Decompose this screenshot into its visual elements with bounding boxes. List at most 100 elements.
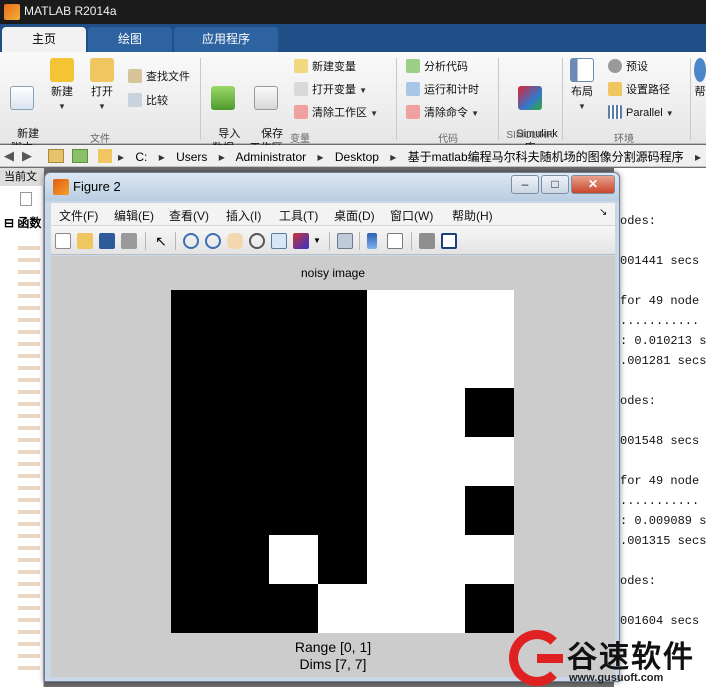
zoom-out-icon[interactable] bbox=[205, 233, 221, 249]
open-variable-label: 打开变量 bbox=[312, 84, 356, 96]
image-pixel bbox=[367, 584, 416, 633]
link-plot-icon[interactable] bbox=[337, 233, 353, 249]
image-pixel bbox=[171, 437, 220, 486]
browse-folder-icon[interactable] bbox=[72, 149, 88, 163]
parallel-button[interactable]: Parallel ▼ bbox=[608, 104, 674, 122]
find-files-button[interactable]: 查找文件 bbox=[128, 68, 190, 86]
new-button[interactable]: 新建 ▼ bbox=[46, 58, 78, 114]
breadcrumb-separator: ▸ bbox=[118, 150, 125, 164]
data-cursor-icon[interactable] bbox=[271, 233, 287, 249]
compare-icon bbox=[128, 93, 142, 107]
image-pixel bbox=[367, 535, 416, 584]
file-list[interactable] bbox=[18, 238, 40, 678]
open-file-icon[interactable] bbox=[77, 233, 93, 249]
command-output-line: odes: bbox=[620, 394, 657, 408]
colorbar-icon[interactable] bbox=[367, 233, 377, 249]
brush-icon[interactable] bbox=[293, 233, 309, 249]
image-pixel bbox=[465, 486, 514, 535]
image-pixel bbox=[220, 584, 269, 633]
menu-help[interactable]: 帮助(H) bbox=[452, 207, 493, 224]
zoom-in-icon[interactable] bbox=[183, 233, 199, 249]
eraser-icon bbox=[406, 105, 420, 119]
menu-tools[interactable]: 工具(T) bbox=[279, 207, 318, 224]
ribbon-separator bbox=[396, 58, 397, 140]
layout-label: 布局 bbox=[571, 86, 593, 98]
compare-button[interactable]: 比较 bbox=[128, 92, 168, 110]
new-variable-button[interactable]: 新建变量 bbox=[294, 58, 356, 76]
new-figure-icon[interactable] bbox=[55, 233, 71, 249]
image-pixel bbox=[220, 339, 269, 388]
menu-view[interactable]: 查看(V) bbox=[169, 207, 209, 224]
chevron-down-icon: ▼ bbox=[359, 86, 367, 95]
figure-titlebar[interactable]: Figure 2 – □ ✕ bbox=[45, 173, 619, 201]
open-button[interactable]: 打开 ▼ bbox=[86, 58, 118, 114]
image-pixel bbox=[416, 486, 465, 535]
breadcrumb-item[interactable]: C: bbox=[135, 150, 147, 164]
image-pixel bbox=[269, 584, 318, 633]
ribbon-separator bbox=[498, 58, 499, 140]
chevron-down-icon[interactable]: ▼ bbox=[313, 233, 323, 249]
breadcrumb[interactable]: ▸ C: ▸ Users ▸ Administrator ▸ Desktop ▸… bbox=[118, 148, 706, 165]
group-label-environment: 环境 bbox=[614, 134, 634, 145]
functions-group-label[interactable]: ⊟ 函数 bbox=[4, 214, 41, 231]
analyze-code-button[interactable]: 分析代码 bbox=[406, 58, 468, 76]
help-icon bbox=[694, 58, 706, 82]
new-label: 新建 bbox=[51, 86, 73, 98]
save-icon[interactable] bbox=[99, 233, 115, 249]
open-variable-button[interactable]: 打开变量 ▼ bbox=[294, 81, 367, 99]
rotate-icon[interactable] bbox=[249, 233, 265, 249]
maximize-button[interactable]: □ bbox=[541, 175, 569, 194]
pointer-icon[interactable]: ↖ bbox=[153, 233, 169, 249]
set-path-button[interactable]: 设置路径 bbox=[608, 81, 670, 99]
image-pixel bbox=[416, 388, 465, 437]
breadcrumb-item[interactable]: Desktop bbox=[335, 150, 379, 164]
clear-commands-label: 清除命令 bbox=[424, 107, 468, 119]
layout-icon bbox=[570, 58, 594, 82]
image-pixel bbox=[416, 290, 465, 339]
run-and-time-button[interactable]: 运行和计时 bbox=[406, 81, 479, 99]
clear-workspace-button[interactable]: 清除工作区 ▼ bbox=[294, 104, 378, 122]
menu-edit[interactable]: 编辑(E) bbox=[114, 207, 154, 224]
layout-button[interactable]: 布局 ▼ bbox=[566, 58, 598, 114]
hide-plot-tools-icon[interactable] bbox=[419, 233, 435, 249]
group-label-simulink: SIMULINK bbox=[506, 130, 554, 141]
breadcrumb-item[interactable]: 基于matlab编程马尔科夫随机场的图像分割源码程序 bbox=[408, 150, 684, 164]
legend-icon[interactable] bbox=[387, 233, 403, 249]
breadcrumb-item[interactable]: Administrator bbox=[235, 150, 306, 164]
forward-arrow-icon[interactable]: ▶ bbox=[22, 148, 32, 164]
breadcrumb-separator: ▸ bbox=[390, 150, 397, 164]
image-pixel bbox=[269, 388, 318, 437]
menu-file[interactable]: 文件(F) bbox=[59, 207, 98, 224]
print-icon[interactable] bbox=[121, 233, 137, 249]
help-button[interactable]: 帮 bbox=[694, 58, 706, 99]
tab-home[interactable]: 主页 bbox=[2, 27, 86, 52]
preferences-button[interactable]: 预设 bbox=[608, 58, 648, 76]
back-arrow-icon[interactable]: ◀ bbox=[4, 148, 14, 164]
image-pixel bbox=[269, 437, 318, 486]
tab-plots[interactable]: 绘图 bbox=[88, 27, 172, 52]
menu-insert[interactable]: 插入(I) bbox=[226, 207, 261, 224]
clear-commands-button[interactable]: 清除命令 ▼ bbox=[406, 104, 479, 122]
image-pixel bbox=[318, 486, 367, 535]
noisy-image-axes[interactable] bbox=[171, 290, 514, 633]
pan-hand-icon[interactable] bbox=[227, 233, 243, 249]
up-folder-icon[interactable] bbox=[48, 149, 64, 163]
chevron-down-icon: ▼ bbox=[98, 102, 106, 111]
group-label-variable: 变量 bbox=[290, 134, 310, 145]
compare-label: 比较 bbox=[146, 95, 168, 107]
image-pixel bbox=[416, 584, 465, 633]
minimize-button[interactable]: – bbox=[511, 175, 539, 194]
menu-window[interactable]: 窗口(W) bbox=[390, 207, 433, 224]
image-pixel bbox=[465, 535, 514, 584]
image-pixel bbox=[367, 290, 416, 339]
show-plot-tools-icon[interactable] bbox=[441, 233, 457, 249]
command-window[interactable]: odes: 001441 secs for 49 node...........: … bbox=[614, 168, 706, 687]
breadcrumb-item[interactable]: Users bbox=[176, 150, 207, 164]
dock-arrow-icon[interactable]: ↘ bbox=[599, 207, 607, 218]
chevron-down-icon: ▼ bbox=[58, 102, 66, 111]
menu-desktop[interactable]: 桌面(D) bbox=[334, 207, 375, 224]
current-folder-panel: 当前文 ⊟ 函数 bbox=[0, 168, 44, 687]
tab-apps[interactable]: 应用程序 bbox=[174, 27, 278, 52]
app-titlebar: MATLAB R2014a bbox=[0, 0, 706, 24]
close-button[interactable]: ✕ bbox=[571, 175, 615, 194]
